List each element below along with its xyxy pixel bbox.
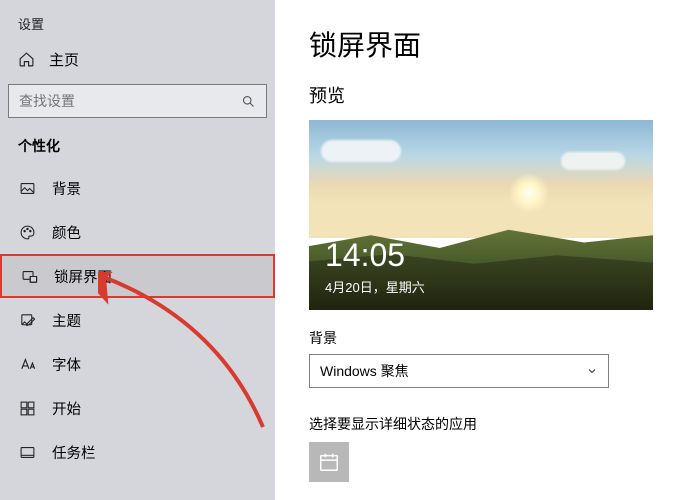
search-icon xyxy=(241,94,256,109)
main-panel: 锁屏界面 预览 14:05 4月20日，星期六 背景 Windows 聚焦 选择… xyxy=(275,0,681,500)
page-title: 锁屏界面 xyxy=(309,24,661,64)
sidebar-item-lockscreen[interactable]: 锁屏界面 xyxy=(0,254,275,298)
calendar-icon xyxy=(318,451,340,473)
home-icon xyxy=(18,51,35,68)
lockscreen-icon xyxy=(20,268,38,285)
preview-time: 14:05 xyxy=(325,237,405,274)
preview-heading: 预览 xyxy=(309,82,661,108)
taskbar-icon xyxy=(18,444,36,461)
sidebar-item-label: 主题 xyxy=(52,310,81,331)
font-icon xyxy=(18,356,36,373)
home-label: 主页 xyxy=(49,49,79,70)
lockscreen-preview: 14:05 4月20日，星期六 xyxy=(309,120,653,310)
background-dropdown[interactable]: Windows 聚焦 xyxy=(309,354,609,388)
sidebar-item-label: 锁屏界面 xyxy=(54,266,112,287)
image-icon xyxy=(18,180,36,197)
background-label: 背景 xyxy=(309,328,661,348)
sidebar: 设置 主页 个性化 背景 颜色 锁屏界面 主题 xyxy=(0,0,275,500)
detail-status-label: 选择要显示详细状态的应用 xyxy=(309,414,661,434)
sidebar-item-fonts[interactable]: 字体 xyxy=(0,342,275,386)
detail-status-app-picker[interactable] xyxy=(309,442,349,482)
sidebar-item-label: 任务栏 xyxy=(52,442,96,463)
start-icon xyxy=(18,400,36,417)
theme-icon xyxy=(18,312,36,329)
sidebar-item-start[interactable]: 开始 xyxy=(0,386,275,430)
app-title: 设置 xyxy=(0,8,275,41)
home-button[interactable]: 主页 xyxy=(0,41,275,84)
sidebar-item-label: 开始 xyxy=(52,398,81,419)
sidebar-item-colors[interactable]: 颜色 xyxy=(0,210,275,254)
palette-icon xyxy=(18,224,36,241)
sidebar-item-background[interactable]: 背景 xyxy=(0,166,275,210)
section-label: 个性化 xyxy=(0,132,275,166)
sidebar-item-label: 字体 xyxy=(52,354,81,375)
sidebar-item-label: 颜色 xyxy=(52,222,81,243)
search-input[interactable] xyxy=(19,93,241,109)
sidebar-item-taskbar[interactable]: 任务栏 xyxy=(0,430,275,474)
preview-date: 4月20日，星期六 xyxy=(325,277,425,296)
chevron-down-icon xyxy=(586,365,598,377)
dropdown-value: Windows 聚焦 xyxy=(320,361,409,381)
search-input-container[interactable] xyxy=(8,84,267,118)
sidebar-item-label: 背景 xyxy=(52,178,81,199)
sidebar-item-themes[interactable]: 主题 xyxy=(0,298,275,342)
